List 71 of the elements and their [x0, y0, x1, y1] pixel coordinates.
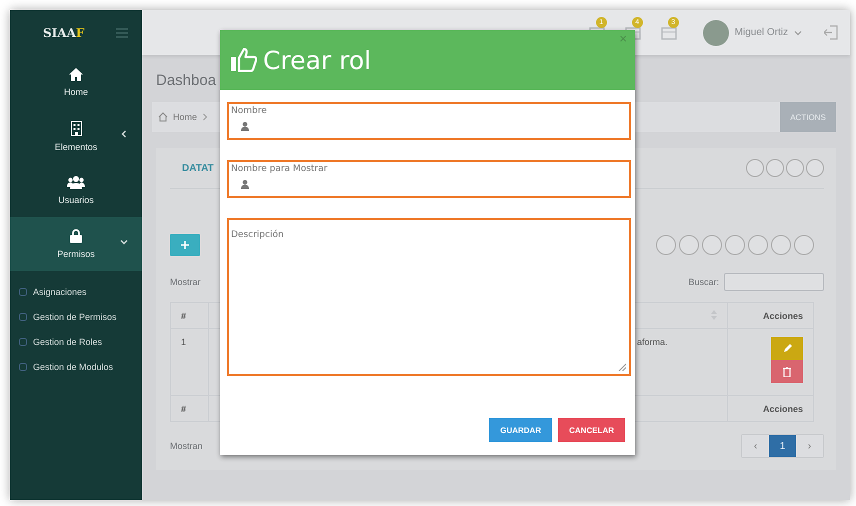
thumbs-up-icon: [231, 48, 257, 72]
submenu-item[interactable]: Gestion de Permisos: [10, 304, 142, 329]
trash-icon: [783, 366, 791, 376]
table-header[interactable]: Acciones: [728, 302, 814, 328]
page-button[interactable]: ‹: [742, 435, 769, 457]
nav-label: Permisos: [57, 249, 95, 259]
tool-button[interactable]: [746, 159, 764, 177]
submenu-item[interactable]: Gestion de Modulos: [10, 354, 142, 379]
table-header: Acciones: [728, 396, 814, 422]
dialog-button[interactable]: GUARDAR: [489, 418, 552, 442]
tool-button[interactable]: [766, 159, 784, 177]
tool-button[interactable]: [786, 159, 804, 177]
dialog-button[interactable]: CANCELAR: [558, 418, 625, 442]
export-button[interactable]: [679, 235, 699, 255]
user-icon: [241, 122, 249, 130]
bullet-icon: [19, 312, 27, 320]
show-label: Mostrar: [170, 277, 201, 287]
breadcrumb-link[interactable]: Home: [173, 112, 198, 122]
field-label: Nombre: [231, 106, 268, 116]
add-button[interactable]: [170, 234, 200, 256]
home-icon: [158, 112, 168, 122]
export-button[interactable]: [656, 235, 676, 255]
home-icon: [69, 68, 83, 80]
logout-icon[interactable]: [824, 25, 838, 40]
panel-title: DATAT: [181, 162, 214, 174]
caret-icon: [794, 30, 802, 36]
table-info: Mostran: [170, 441, 203, 451]
logo: SIAAF: [43, 26, 84, 40]
page-title: Dashboa: [156, 72, 218, 91]
bullet-icon: [19, 288, 27, 296]
menu-icon[interactable]: [116, 28, 128, 38]
pencil-icon: [782, 344, 792, 353]
dialog-title: Crear rol: [263, 46, 372, 74]
user-icon: [241, 180, 249, 188]
bullet-icon: [19, 338, 27, 346]
search-field[interactable]: [724, 273, 824, 291]
text-area[interactable]: Descripción: [227, 218, 631, 376]
nav-label: Elementos: [54, 142, 98, 152]
page-button[interactable]: 1: [769, 435, 796, 457]
export-button[interactable]: [702, 235, 722, 255]
table-header: #: [170, 396, 208, 422]
nav-label: Usuarios: [58, 194, 94, 204]
table-header[interactable]: #: [170, 302, 208, 328]
export-button[interactable]: [725, 235, 745, 255]
nav-item[interactable]: Elementos: [10, 109, 142, 163]
plus-icon: [181, 241, 189, 249]
bullet-icon: [19, 362, 27, 370]
export-button[interactable]: [794, 235, 814, 255]
page-button[interactable]: ›: [796, 435, 823, 457]
export-button[interactable]: [771, 235, 791, 255]
field-label: Nombre para Mostrar: [231, 164, 328, 174]
search-label: Buscar:: [688, 277, 719, 287]
resize-grip-icon[interactable]: [618, 363, 626, 371]
avatar[interactable]: [702, 20, 729, 46]
submenu-item[interactable]: Gestion de Roles: [10, 329, 142, 354]
nav-item[interactable]: Home: [10, 55, 142, 109]
submenu-item[interactable]: Asignaciones: [10, 279, 142, 304]
edit-button[interactable]: [771, 337, 803, 360]
field-label: Descripción: [231, 228, 285, 240]
table-cell: 1: [170, 328, 208, 396]
user-menu[interactable]: Miguel Ortiz: [734, 27, 788, 38]
lock-icon: [70, 229, 82, 243]
export-button[interactable]: [748, 235, 768, 255]
nav-item[interactable]: Permisos: [10, 217, 142, 271]
users-icon: [67, 176, 85, 188]
nav-label: Home: [64, 86, 88, 96]
delete-button[interactable]: [771, 360, 803, 383]
chevron-right-icon: [202, 113, 208, 121]
nav-item[interactable]: Usuarios: [10, 163, 142, 217]
building-icon: [70, 120, 82, 136]
tool-button[interactable]: [806, 159, 824, 177]
